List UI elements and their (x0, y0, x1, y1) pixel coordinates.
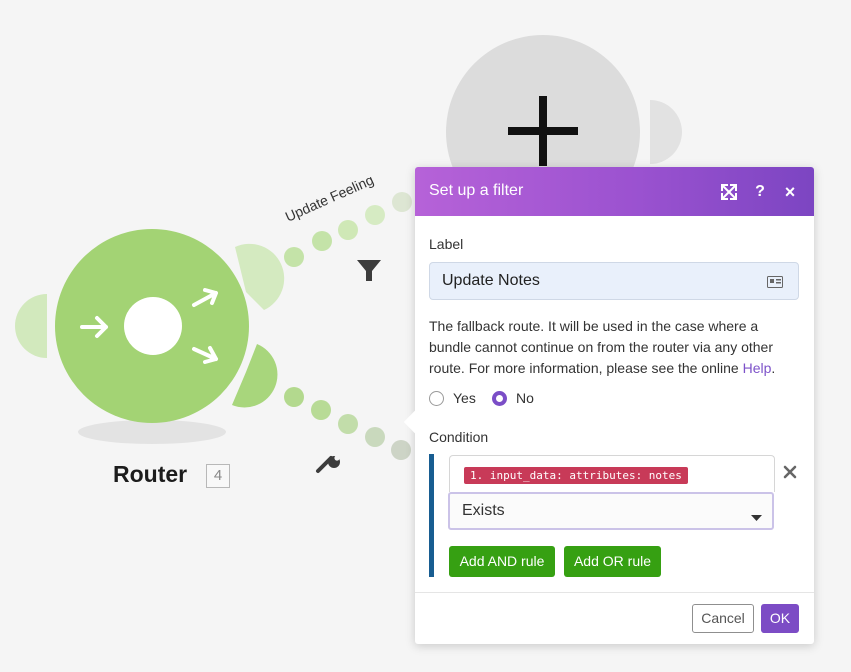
id-card-icon (767, 275, 783, 293)
condition-group-bar (429, 454, 434, 577)
filter-icon[interactable] (357, 260, 381, 281)
label-field-label: Label (429, 236, 464, 252)
condition-label: Condition (429, 429, 489, 445)
condition-operand-pill[interactable]: 1. input_data: attributes: notes (464, 467, 688, 484)
label-input[interactable]: Update Notes (429, 262, 799, 300)
router-name: Router (113, 461, 188, 487)
footer-divider (415, 592, 814, 593)
help-icon[interactable]: ? (751, 183, 769, 201)
fallback-description: The fallback route. It will be used in t… (429, 316, 804, 379)
dialog-header: Set up a filter ? × (415, 167, 814, 216)
label-input-value: Update Notes (442, 272, 540, 289)
wrench-icon[interactable] (316, 455, 340, 473)
route-lower-connection[interactable] (284, 387, 411, 460)
radio-no-circle (492, 391, 507, 406)
radio-yes-label: Yes (453, 390, 476, 406)
add-and-rule-button[interactable]: Add AND rule (449, 546, 555, 577)
dialog-title: Set up a filter (429, 182, 524, 199)
fallback-suffix: . (771, 360, 776, 376)
help-link[interactable]: Help (743, 360, 772, 376)
fallback-text: The fallback route. It will be used in t… (429, 318, 773, 376)
expand-icon[interactable] (720, 183, 738, 201)
router-core (124, 297, 182, 355)
radio-no-label: No (516, 390, 534, 406)
remove-rule-icon[interactable] (782, 464, 798, 480)
router-node[interactable] (15, 229, 285, 444)
condition-operand-input[interactable]: 1. input_data: attributes: notes (449, 455, 775, 492)
close-icon[interactable]: × (781, 183, 799, 201)
add-module-connector (650, 100, 682, 164)
router-id-badge: 4 (206, 464, 230, 488)
route-upper-label[interactable]: Update Feeling (283, 172, 376, 225)
ok-button[interactable]: OK (761, 604, 799, 633)
condition-operator-value: Exists (462, 502, 505, 519)
router-shadow (78, 420, 226, 444)
condition-operator-select[interactable]: Exists (448, 492, 774, 530)
router-input-connector (15, 294, 47, 358)
cancel-button[interactable]: Cancel (692, 604, 754, 633)
filter-dialog: Set up a filter ? × Label Update Notes T… (403, 167, 814, 644)
add-or-rule-button[interactable]: Add OR rule (564, 546, 661, 577)
radio-yes-circle (429, 391, 444, 406)
chevron-down-icon (751, 508, 762, 526)
